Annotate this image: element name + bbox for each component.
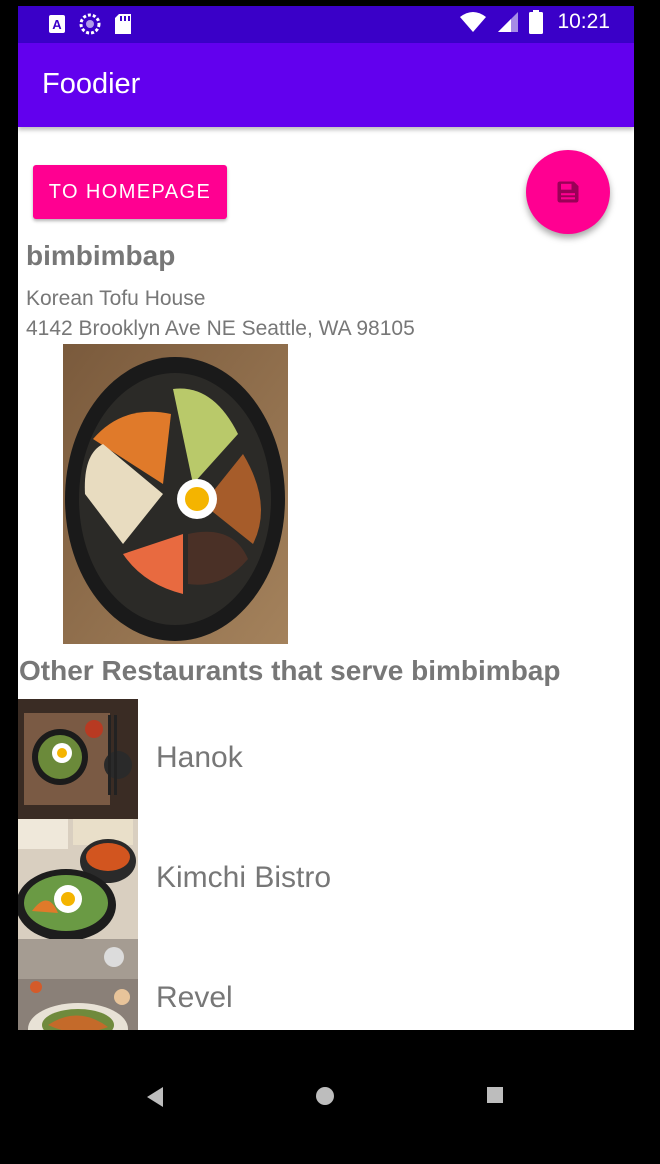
section-title: Other Restaurants that serve bimbimbap [19,655,561,686]
navigation-bar [0,1030,660,1164]
status-bar: A 10:21 [18,6,634,43]
restaurant-thumbnail [18,699,138,819]
save-icon [557,181,579,203]
clock: 10:21 [557,10,610,33]
restaurant-name: Korean Tofu House [26,287,206,310]
home-icon[interactable] [315,1086,335,1106]
back-icon[interactable] [145,1086,165,1108]
dish-photo [63,344,288,644]
to-homepage-button[interactable]: TO HOMEPAGE [33,165,227,219]
dish-name: bimbimbap [26,240,176,271]
battery-icon [529,10,544,34]
signal-icon [498,12,519,32]
restaurant-name: Hanok [156,741,243,774]
restaurant-thumbnail [18,819,138,939]
svg-text:A: A [52,17,62,32]
sd-card-icon [115,14,131,34]
wifi-icon [460,12,487,32]
restaurant-address: 4142 Brooklyn Ave NE Seattle, WA 98105 [26,317,415,340]
restaurant-name: Revel [156,981,233,1014]
list-item[interactable]: Revel [18,939,634,1030]
a-notification-icon: A [49,15,65,33]
app-title: Foodier [42,68,141,100]
save-fab[interactable] [526,150,610,234]
restaurant-thumbnail [18,939,138,1030]
sync-icon [79,13,101,35]
app-bar: Foodier [18,43,634,127]
list-item[interactable]: Hanok [18,699,634,819]
recents-icon[interactable] [486,1086,504,1104]
restaurant-list: Hanok Kimchi Bistro Revel [18,699,634,1030]
list-item[interactable]: Kimchi Bistro [18,819,634,939]
restaurant-name: Kimchi Bistro [156,861,332,894]
device-screen: A 10:21 Foodier TO HOMEPAGE bimbimbap Ko… [18,6,634,1030]
